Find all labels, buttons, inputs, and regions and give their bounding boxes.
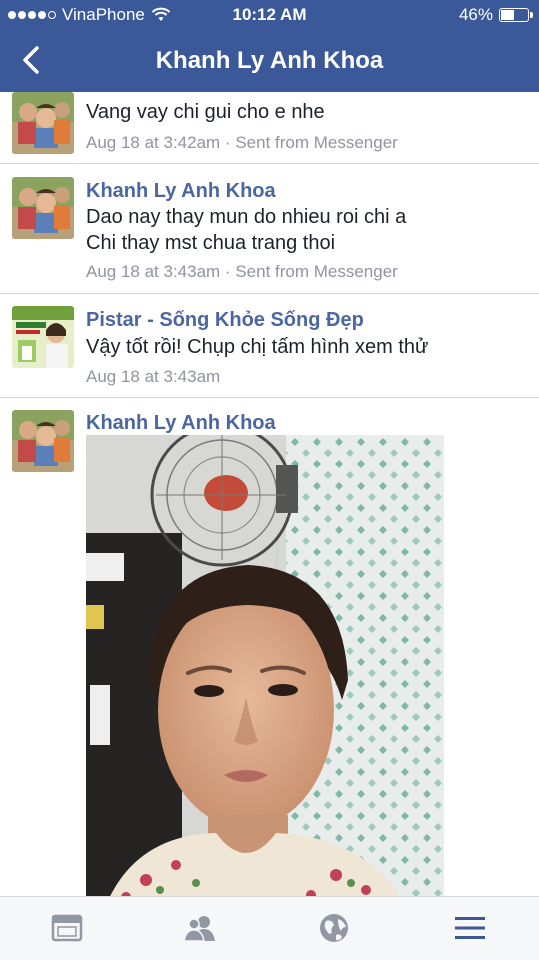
message-item: Vang vay chi gui cho e nhe Aug 18 at 3:4… xyxy=(0,92,539,164)
message-thread[interactable]: Vang vay chi gui cho e nhe Aug 18 at 3:4… xyxy=(0,92,539,896)
sender-name[interactable]: Pistar - Sống Khỏe Sống Đẹp xyxy=(86,309,364,332)
sender-avatar[interactable] xyxy=(12,92,74,154)
sender-avatar[interactable] xyxy=(12,177,74,239)
friends-icon[interactable] xyxy=(183,911,217,945)
message-timestamp: Aug 18 at 3:43am xyxy=(86,367,221,386)
menu-icon[interactable] xyxy=(453,911,487,945)
message-text: Vậy tốt rồi! Chụp chị tấm hình xem thử xyxy=(86,336,429,358)
globe-icon[interactable] xyxy=(317,911,351,945)
message-item: Khanh Ly Anh Khoa Dao nay thay mun do nh… xyxy=(0,164,539,294)
app-header: VinaPhone 10:12 AM 46% Khanh Ly Anh Khoa xyxy=(0,0,539,92)
tab-bar xyxy=(0,896,539,960)
nav-bar: Khanh Ly Anh Khoa xyxy=(0,30,539,92)
message-text: Vang vay chi gui cho e nhe xyxy=(86,101,325,123)
message-timestamp: Aug 18 at 3:42am · Sent from Messenger xyxy=(86,133,398,152)
page-avatar[interactable] xyxy=(12,306,74,368)
news-feed-icon[interactable] xyxy=(50,911,84,945)
message-timestamp: Aug 18 at 3:43am · Sent from Messenger xyxy=(86,262,398,281)
battery-icon xyxy=(499,8,533,22)
message-text: Chi thay mst chua trang thoi xyxy=(86,232,336,254)
conversation-title: Khanh Ly Anh Khoa xyxy=(155,47,384,74)
status-bar: VinaPhone 10:12 AM 46% xyxy=(0,0,539,30)
battery-percent: 46% xyxy=(458,5,493,24)
message-item: Pistar - Sống Khỏe Sống Đẹp Vậy tốt rồi!… xyxy=(0,294,539,398)
message-item: Khanh Ly Anh Khoa xyxy=(0,398,539,896)
battery-group: 46% xyxy=(458,5,533,25)
photo-attachment[interactable] xyxy=(86,435,444,896)
sender-avatar[interactable] xyxy=(12,410,74,472)
sender-name[interactable]: Khanh Ly Anh Khoa xyxy=(86,412,276,435)
message-text: Dao nay thay mun do nhieu roi chi a xyxy=(86,206,407,228)
sender-name[interactable]: Khanh Ly Anh Khoa xyxy=(86,180,276,203)
